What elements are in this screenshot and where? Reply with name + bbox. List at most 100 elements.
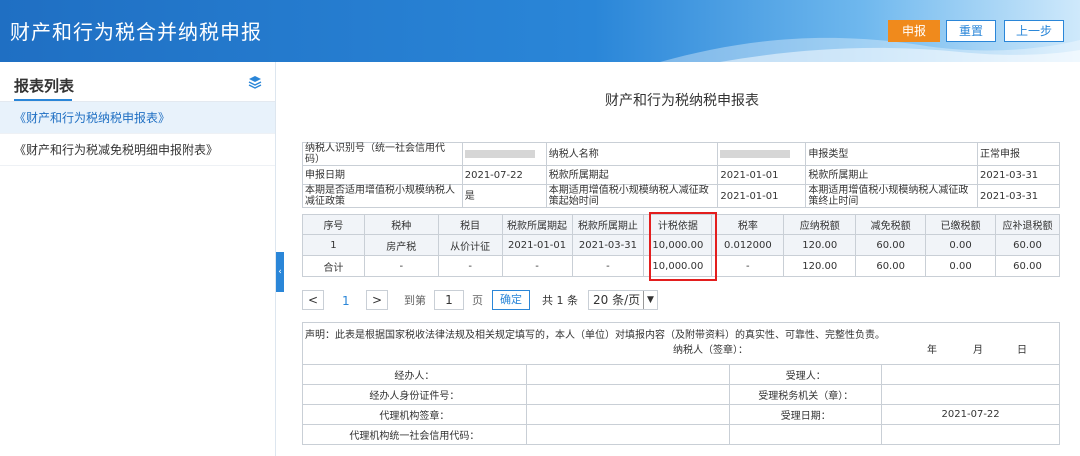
table-cell: - — [363, 255, 439, 277]
main-content: 财产和行为税纳税申报表 纳税人识别号（统一社会信用代码） 纳税人名称 申报类型 … — [284, 62, 1080, 456]
prev-page-button[interactable]: < — [302, 290, 324, 310]
agency-seal-value[interactable] — [525, 404, 731, 425]
sidebar: 报表列表 《财产和行为税纳税申报表》 《财产和行为税减免税明细申报附表》 — [0, 62, 276, 456]
declaration-table: 声明：此表是根据国家税收法律法规及相关规定填写的，本人（单位）对填报内容（及附带… — [302, 322, 1060, 445]
highlight-box — [649, 212, 717, 281]
day-label: 日 — [1017, 345, 1027, 356]
table-cell: 60.00 — [995, 255, 1060, 277]
app-title: 财产和行为税合并纳税申报 — [10, 20, 262, 44]
small-scale-label: 本期是否适用增值税小规模纳税人减征政策 — [302, 184, 463, 208]
column-header: 减免税额 — [855, 214, 927, 235]
agent-id-label: 经办人身份证件号： — [302, 384, 527, 405]
taxpayer-name-label: 纳税人名称 — [545, 142, 719, 166]
period-end-value: 2021-03-31 — [977, 165, 1060, 185]
empty-cell — [881, 424, 1060, 445]
table-cell: 合计 — [302, 255, 365, 277]
taxpayer-signature-label: 纳税人（签章）： — [673, 345, 748, 356]
table-cell: 2021-03-31 — [571, 234, 645, 256]
policy-start-label: 本期适用增值税小规模纳税人减征政策起始时间 — [545, 184, 719, 208]
goto-page-input[interactable]: 1 — [434, 290, 464, 310]
table-cell: 120.00 — [783, 234, 857, 256]
submit-button[interactable]: 申报 — [888, 20, 940, 42]
form-title: 财产和行为税纳税申报表 — [605, 93, 759, 109]
column-header: 税率 — [711, 214, 785, 235]
page-size-select[interactable]: 20 条/页 ▼ — [588, 290, 658, 310]
receiver-label: 受理人： — [729, 364, 883, 385]
sidebar-title: 报表列表 — [14, 77, 75, 101]
table-cell: 0.00 — [925, 255, 996, 277]
tax-office-value[interactable] — [881, 384, 1060, 405]
next-page-button[interactable]: > — [366, 290, 388, 310]
agent-label: 经办人： — [302, 364, 527, 385]
page-unit-label: 页 — [472, 294, 483, 307]
column-header: 税种 — [363, 214, 439, 235]
table-cell: 房产税 — [363, 234, 439, 256]
table-cell: 从价计征 — [437, 234, 503, 256]
taxpayer-info-table: 纳税人识别号（统一社会信用代码） 纳税人名称 申报类型 正常申报 申报日期 20… — [302, 142, 1060, 208]
dropdown-arrow-icon: ▼ — [643, 291, 657, 309]
policy-start-value: 2021-01-01 — [717, 184, 807, 208]
column-header: 已缴税额 — [925, 214, 996, 235]
prev-step-button[interactable]: 上一步 — [1004, 20, 1064, 42]
policy-end-value: 2021-03-31 — [977, 184, 1060, 208]
table-cell: 60.00 — [855, 234, 927, 256]
table-cell: 1 — [302, 234, 365, 256]
year-label: 年 — [927, 345, 937, 356]
taxpayer-id-value — [461, 142, 547, 166]
goto-label: 到第 — [404, 294, 426, 307]
period-end-label: 税款所属期止 — [805, 165, 979, 185]
collapse-sidebar-toggle[interactable]: ‹ — [276, 252, 284, 292]
receiver-value[interactable] — [881, 364, 1060, 385]
confirm-button[interactable]: 确定 — [492, 290, 530, 310]
table-cell: 0.00 — [925, 234, 996, 256]
agency-code-label: 代理机构统一社会信用代码： — [302, 424, 527, 445]
table-cell: 60.00 — [995, 234, 1060, 256]
agent-id-value[interactable] — [525, 384, 731, 405]
reset-button[interactable]: 重置 — [946, 20, 996, 42]
receive-date-value: 2021-07-22 — [881, 404, 1060, 425]
table-cell: 0.012000 — [711, 234, 785, 256]
period-start-label: 税款所属期起 — [545, 165, 719, 185]
agency-seal-label: 代理机构签章： — [302, 404, 527, 425]
declare-date-value: 2021-07-22 — [461, 165, 547, 185]
tax-office-label: 受理税务机关（章）： — [729, 384, 883, 405]
app-header: 财产和行为税合并纳税申报 申报 重置 上一步 — [0, 0, 1080, 62]
table-cell: - — [571, 255, 645, 277]
page-number[interactable]: 1 — [342, 290, 350, 312]
table-cell: 120.00 — [783, 255, 857, 277]
table-cell: 2021-01-01 — [501, 234, 573, 256]
sidebar-item-exemption-schedule[interactable]: 《财产和行为税减免税明细申报附表》 — [0, 134, 275, 166]
empty-cell — [729, 424, 883, 445]
taxpayer-id-label: 纳税人识别号（统一社会信用代码） — [302, 142, 463, 166]
declaration-statement-cell: 声明：此表是根据国家税收法律法规及相关规定填写的，本人（单位）对填报内容（及附带… — [302, 322, 1060, 365]
table-cell: - — [501, 255, 573, 277]
column-header: 税目 — [437, 214, 503, 235]
page-size-value: 20 条/页 — [593, 293, 641, 307]
column-header: 序号 — [302, 214, 365, 235]
small-scale-value: 是 — [461, 184, 547, 208]
sidebar-item-tax-report[interactable]: 《财产和行为税纳税申报表》 — [0, 102, 275, 134]
agent-value[interactable] — [525, 364, 731, 385]
masked-value — [720, 149, 791, 158]
declaration-statement: 声明：此表是根据国家税收法律法规及相关规定填写的，本人（单位）对填报内容（及附带… — [305, 330, 885, 341]
declare-type-value: 正常申报 — [977, 142, 1060, 166]
policy-end-label: 本期适用增值税小规模纳税人减征政策终止时间 — [805, 184, 979, 208]
sidebar-header: 报表列表 — [0, 62, 275, 102]
column-header: 税款所属期起 — [501, 214, 573, 235]
agency-code-value[interactable] — [525, 424, 731, 445]
declare-type-label: 申报类型 — [805, 142, 979, 166]
period-start-value: 2021-01-01 — [717, 165, 807, 185]
layers-icon[interactable] — [248, 75, 262, 89]
column-header: 应补退税额 — [995, 214, 1060, 235]
table-cell: - — [437, 255, 503, 277]
table-cell: 60.00 — [855, 255, 927, 277]
taxpayer-name-value — [717, 142, 807, 166]
month-label: 月 — [973, 345, 983, 356]
column-header: 应纳税额 — [783, 214, 857, 235]
total-count: 共 1 条 — [542, 294, 578, 307]
column-header: 税款所属期止 — [571, 214, 645, 235]
declare-date-label: 申报日期 — [302, 165, 463, 185]
table-cell: - — [711, 255, 785, 277]
receive-date-label: 受理日期： — [729, 404, 883, 425]
masked-value — [464, 149, 535, 158]
